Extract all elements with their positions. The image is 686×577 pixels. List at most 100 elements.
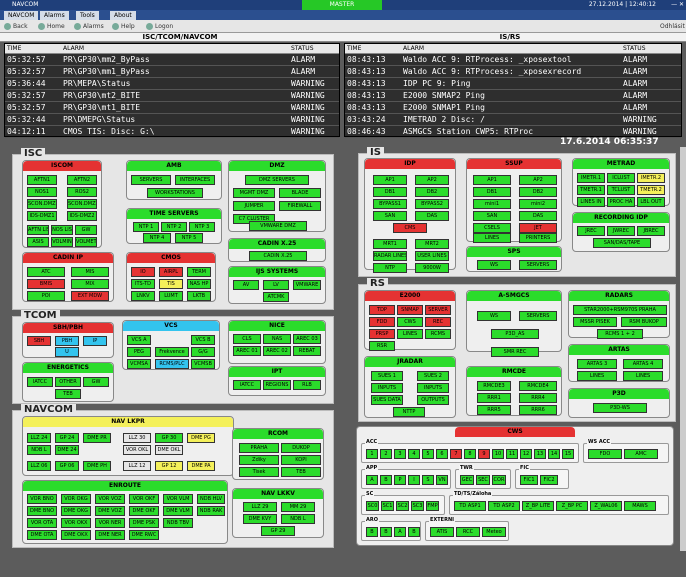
jradar-button[interactable]: OUTPUTS — [417, 395, 449, 405]
enroute-button[interactable]: VOR BNO — [27, 494, 57, 504]
right-alarm-log[interactable]: TIME ALARM STATUS 08:43:13 Waldo ACC 9: R… — [344, 43, 682, 138]
ssup-button[interactable]: DB2 — [519, 187, 557, 197]
rmcde-button[interactable]: RMCDE4 — [519, 381, 557, 391]
cws-acc-button[interactable]: 15 — [562, 449, 574, 459]
metrad-button[interactable]: TCLUST — [607, 185, 635, 195]
panel-dmz-title[interactable]: DMZ — [229, 161, 325, 171]
rcom-button[interactable]: KOPI — [281, 455, 321, 465]
cws-sc-button[interactable]: SC3 — [411, 501, 424, 511]
ssup-button[interactable]: LINES — [473, 233, 511, 243]
panel-idp-title[interactable]: IDP — [365, 159, 455, 169]
e2000-button[interactable]: REC — [425, 317, 451, 327]
jradar-button[interactable]: SUES DATA — [371, 395, 403, 405]
metrad-button[interactable]: IMETR.2 — [637, 173, 665, 183]
cws-fic-button[interactable]: FIC2 — [540, 475, 558, 485]
ijssystems-button[interactable]: LV — [263, 280, 289, 290]
metrad-button[interactable]: ICLUST — [607, 173, 635, 183]
ssup-button[interactable]: PRINTERS — [519, 233, 557, 243]
enroute-button[interactable]: VOR VOZ — [95, 494, 125, 504]
enroute-button[interactable]: VOR OKF — [129, 494, 159, 504]
asmgcs-button[interactable]: SERVERS — [519, 311, 557, 321]
cws-acc-button[interactable]: 4 — [408, 449, 420, 459]
dmz-button[interactable]: BLADE — [279, 188, 321, 198]
nice-button[interactable]: NAS — [263, 334, 291, 344]
ipt-button[interactable]: RLB — [293, 380, 321, 390]
panel-ijssystems-title[interactable]: IJS SYSTEMS — [229, 267, 325, 277]
navlkkv-button[interactable]: GP 29 — [261, 526, 295, 536]
enroute-button[interactable]: DME OKX — [61, 530, 91, 540]
idp-button[interactable]: 9000W — [415, 263, 449, 273]
navlkpr-button[interactable]: GP 30 — [155, 433, 183, 443]
navlkpr-button[interactable]: DME PR — [83, 433, 111, 443]
radars-button[interactable]: RCMS 1 + 2 — [597, 329, 643, 339]
cws-extern-button[interactable]: Meteo — [482, 527, 506, 537]
enroute-button[interactable]: VOR VLM — [163, 494, 193, 504]
nice-button[interactable]: AREC 01 — [233, 346, 261, 356]
e2000-button[interactable]: PRSP — [369, 329, 395, 339]
artas-button[interactable]: ARTAS 3 — [577, 359, 617, 369]
cws-sc-button[interactable]: SC1 — [381, 501, 394, 511]
idp-button[interactable]: USER LINES — [415, 251, 449, 261]
navlkpr-button[interactable]: GP 24 — [55, 433, 79, 443]
panel-amb-title[interactable]: AMB — [127, 161, 221, 171]
enroute-button[interactable]: VOR OKX — [61, 518, 91, 528]
ssup-button[interactable]: JET — [519, 223, 557, 233]
cmos-button[interactable]: IO — [131, 267, 155, 277]
cws-fic-button[interactable]: FIC1 — [520, 475, 538, 485]
menu-alarms[interactable]: Alarms — [40, 11, 69, 20]
cmos-button[interactable]: LUMT — [159, 291, 183, 301]
iscom-button[interactable]: SCON.DMZ1 — [27, 199, 57, 209]
cws-acc-button[interactable]: 1 — [366, 449, 378, 459]
cws-ario-button[interactable]: A — [394, 527, 406, 537]
cadinip-button[interactable]: ATC — [27, 267, 65, 277]
log-row[interactable]: 08:43:13 E2000 SNMAP2 Ping ALARM — [345, 90, 681, 102]
cws-twr-button[interactable]: GEC — [460, 475, 474, 485]
navlkpr-button[interactable]: DME OKL — [155, 445, 183, 455]
enroute-button[interactable]: VOR OTA — [27, 518, 57, 528]
navlkkv-button[interactable]: LLZ 29 — [243, 502, 277, 512]
cmos-button[interactable]: LNKV — [131, 291, 155, 301]
vcs-button[interactable]: VCMSB — [191, 359, 215, 369]
dmz-button[interactable]: MGMT DMZ — [233, 188, 275, 198]
cws-app-button[interactable]: B — [380, 475, 392, 485]
artas-button[interactable]: LINES — [577, 371, 617, 381]
rmcde-button[interactable]: RMCDE3 — [477, 381, 511, 391]
artas-button[interactable]: LINES — [623, 371, 663, 381]
navlkpr-button[interactable]: DME PA — [187, 461, 215, 471]
navlkpr-button[interactable]: VOR OKL — [123, 445, 151, 455]
log-row[interactable]: 03:43:24 IMETRAD 2 Disc: / WARNING — [345, 114, 681, 126]
e2000-button[interactable]: TDP — [369, 305, 395, 315]
panel-timeservers-title[interactable]: TIME SERVERS — [127, 209, 221, 219]
enroute-button[interactable]: DME VOZ — [95, 506, 125, 516]
idp-button[interactable]: RADAR LINES — [373, 251, 407, 261]
enroute-button[interactable]: NDB TBV — [163, 518, 193, 528]
logout-link[interactable]: Odhlásit — [660, 22, 685, 31]
cws-tdts-button[interactable]: Z_BP LITE — [522, 501, 554, 511]
cws-ario-button[interactable]: B — [380, 527, 392, 537]
cadinip-button[interactable]: EXT MDW — [71, 291, 109, 301]
log-row[interactable]: 05:32:57 PR\GP30\mm2_ByPass ALARM — [5, 54, 339, 66]
rmcde-button[interactable]: RRR4 — [519, 393, 557, 403]
nice-button[interactable]: AREC 02 — [263, 346, 291, 356]
logon-button[interactable]: Logon — [146, 22, 173, 31]
e2000-button[interactable]: LINES — [397, 329, 423, 339]
iscom-button[interactable]: SCON.DMZ2 — [67, 199, 97, 209]
iscom-button[interactable]: AFTN1 — [27, 175, 57, 185]
vcs-button[interactable]: PEG — [127, 347, 151, 357]
iscom-button[interactable]: ASIS — [27, 237, 49, 247]
cadinip-button[interactable]: MIS — [71, 267, 109, 277]
enroute-button[interactable]: DME OKG — [61, 506, 91, 516]
panel-cmos-title[interactable]: CMOS — [127, 253, 215, 263]
panel-p3d-title[interactable]: P3D — [569, 389, 669, 399]
metrad-button[interactable]: TMETR.1 — [577, 185, 605, 195]
panel-energetics-title[interactable]: ENERGETICS — [23, 363, 113, 373]
navlkpr-button[interactable]: NDB L — [27, 445, 51, 455]
vcs-button[interactable]: RCMS/PLC — [155, 359, 189, 369]
cws-tdts-button[interactable]: MAWS — [624, 501, 656, 511]
energetics-button[interactable]: OTHER — [55, 377, 81, 387]
idp-button[interactable]: BYPASS1 — [373, 199, 407, 209]
cws-acc-button[interactable]: 9 — [478, 449, 490, 459]
jradar-button[interactable]: SUES 1 — [371, 371, 403, 381]
iscom-button[interactable]: AFTN LIS — [27, 225, 49, 235]
cws-extern-button[interactable]: ATIS — [430, 527, 454, 537]
